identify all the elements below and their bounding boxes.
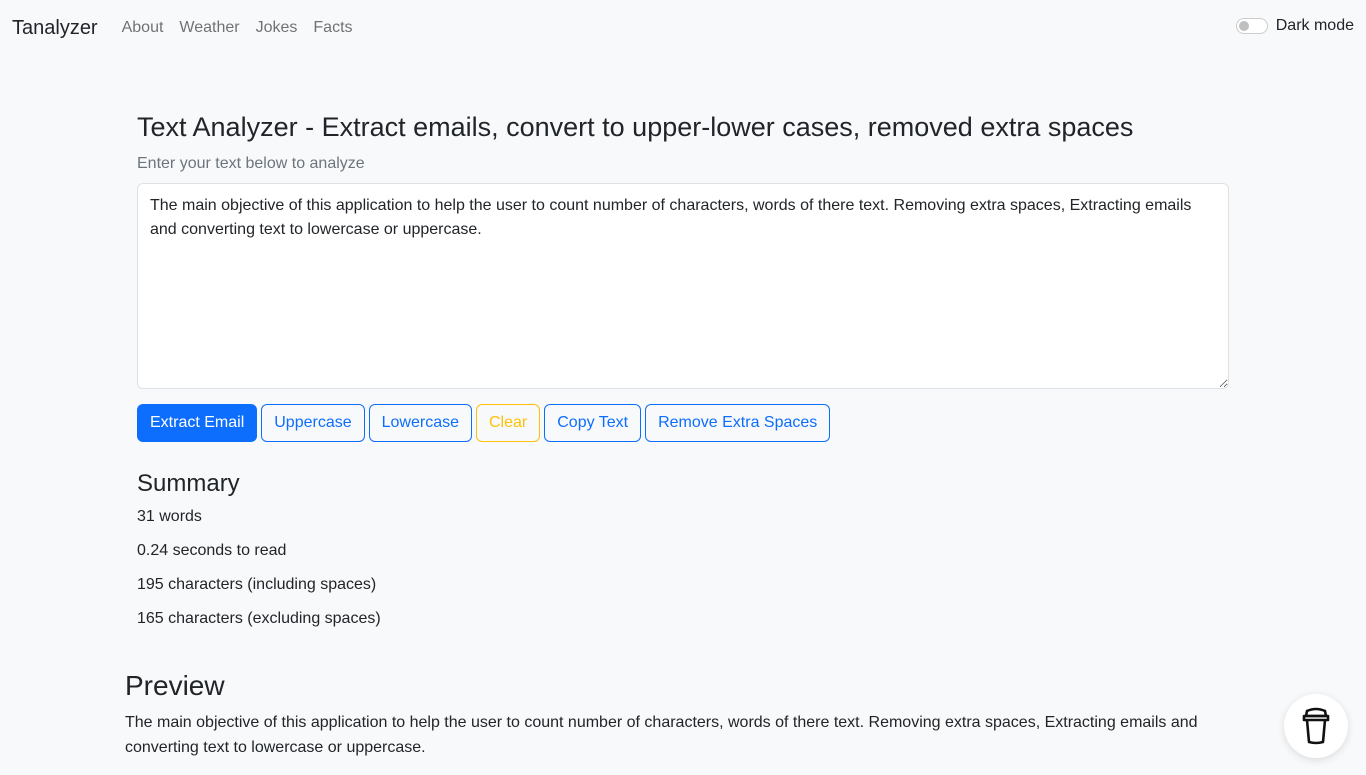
analyzer-section: Text Analyzer - Extract emails, convert … <box>137 112 1229 644</box>
nav-jokes[interactable]: Jokes <box>256 19 298 37</box>
dark-mode-label: Dark mode <box>1275 17 1354 34</box>
summary-title: Summary <box>137 470 240 497</box>
char-count-excluding: 165 characters (excluding spaces) <box>137 610 381 627</box>
dark-mode-toggle[interactable]: Dark mode <box>1235 17 1354 35</box>
coffee-cup-icon <box>1302 707 1330 745</box>
copy-text-button[interactable]: Copy Text <box>544 404 642 442</box>
preview-title: Preview <box>125 670 225 701</box>
action-buttons: Extract Email Uppercase Lowercase Clear … <box>137 404 1229 442</box>
input-hint: Enter your text below to analyze <box>137 155 365 172</box>
word-count: 31 words <box>137 508 202 525</box>
brand-link[interactable]: Tanalyzer <box>12 17 98 40</box>
clear-button[interactable]: Clear <box>476 404 541 442</box>
preview-text: The main objective of this application t… <box>125 714 1198 756</box>
char-count-including: 195 characters (including spaces) <box>137 576 377 593</box>
text-input[interactable] <box>137 183 1229 389</box>
lowercase-button[interactable]: Lowercase <box>368 404 472 442</box>
nav-facts[interactable]: Facts <box>313 19 352 37</box>
page-title: Text Analyzer - Extract emails, convert … <box>137 112 1134 142</box>
uppercase-button[interactable]: Uppercase <box>261 404 365 442</box>
read-time: 0.24 seconds to read <box>137 542 287 559</box>
navbar: Tanalyzer About Weather Jokes Facts Dark… <box>0 0 1366 56</box>
preview-section: Preview The main objective of this appli… <box>125 670 1241 760</box>
nav-about[interactable]: About <box>122 19 164 37</box>
remove-extra-spaces-button[interactable]: Remove Extra Spaces <box>645 404 831 442</box>
buy-me-a-coffee-button[interactable] <box>1284 694 1348 758</box>
nav-weather[interactable]: Weather <box>179 19 239 37</box>
extract-email-button[interactable]: Extract Email <box>137 404 258 442</box>
dark-mode-switch[interactable] <box>1235 18 1268 34</box>
